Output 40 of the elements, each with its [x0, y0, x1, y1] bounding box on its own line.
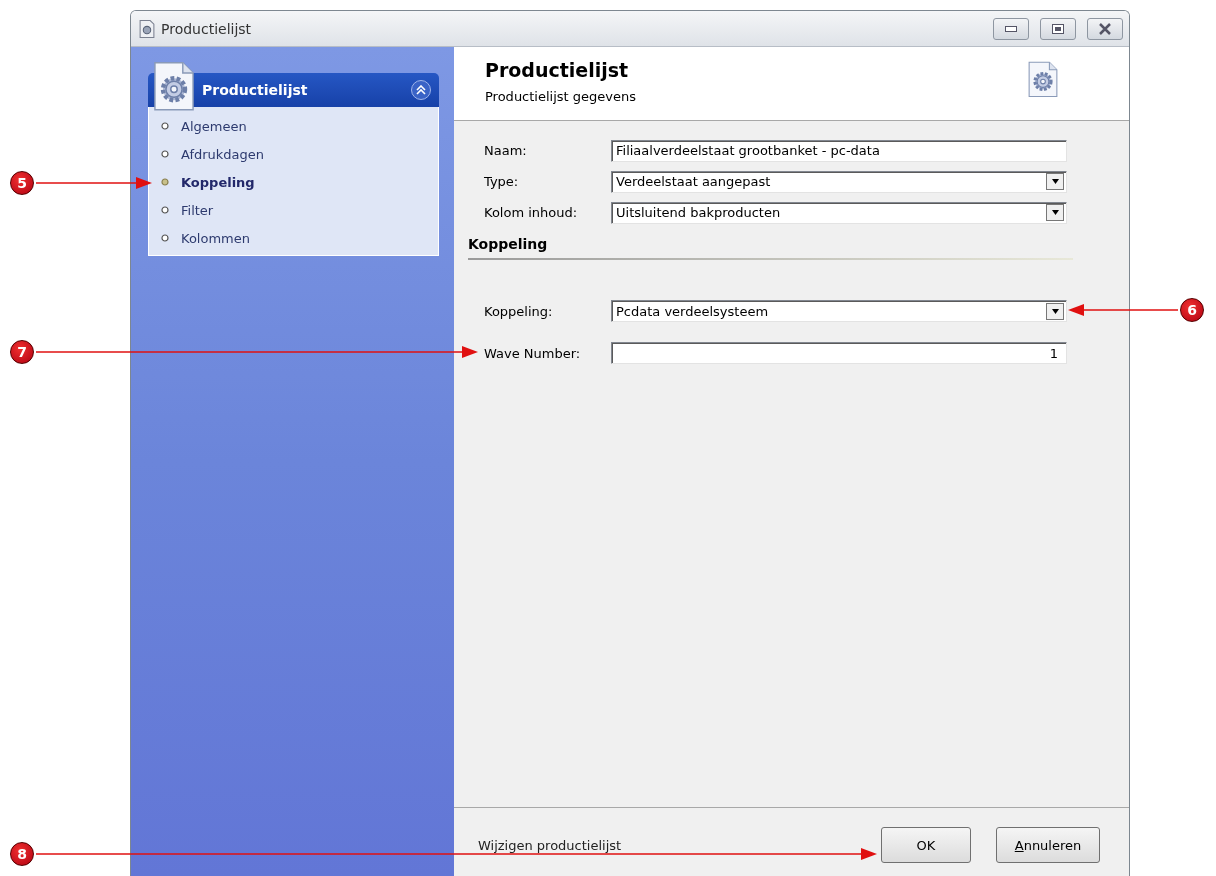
collapse-button[interactable]: [411, 80, 431, 100]
cancel-button[interactable]: Annuleren: [996, 827, 1100, 863]
page-subtitle: Productielijst gegevens: [485, 89, 636, 104]
callout-number: 7: [10, 340, 34, 364]
maximize-button[interactable]: [1040, 17, 1076, 40]
dropdown-arrow-icon: [1051, 210, 1059, 215]
window-title: Productielijst: [161, 20, 253, 37]
field-label: Koppeling:: [484, 303, 554, 319]
nav-item[interactable]: Kolommen: [181, 230, 250, 246]
nav-item[interactable]: Koppeling: [181, 174, 255, 190]
dropdown-field[interactable]: Uitsluitend bakproducten: [611, 201, 1067, 224]
close-icon: [1098, 22, 1112, 35]
app-icon: [139, 19, 155, 38]
panel-title: Productielijst: [202, 82, 309, 98]
chevron-up-icon: [416, 85, 426, 95]
callout-number: 6: [1180, 298, 1204, 322]
dropdown-field[interactable]: Pcdata verdeelsysteem: [611, 300, 1067, 322]
field-label: Wave Number:: [484, 345, 582, 361]
maximize-icon: [1052, 23, 1064, 34]
dropdown-arrow-icon: [1051, 308, 1059, 314]
close-button[interactable]: [1087, 17, 1123, 40]
callout-number: 8: [10, 842, 34, 866]
input-field[interactable]: Filiaalverdeelstaat grootbanket - pc-data: [611, 139, 1067, 162]
page-title: Productielijst: [485, 59, 630, 81]
nav-item[interactable]: Algemeen: [181, 118, 247, 134]
nav-item[interactable]: Afdrukdagen: [181, 146, 265, 162]
ok-button[interactable]: OK: [881, 827, 971, 863]
field-label: Type:: [484, 174, 520, 189]
minimize-button[interactable]: [993, 17, 1029, 40]
number-field[interactable]: 1: [611, 342, 1067, 364]
callout-number: 5: [10, 171, 34, 195]
field-label: Kolom inhoud:: [484, 205, 579, 220]
minimize-icon: [1005, 25, 1017, 32]
dropdown-field[interactable]: Verdeelstaat aangepast: [611, 170, 1067, 193]
section-heading: Koppeling: [468, 236, 548, 252]
document-gear-icon: [1027, 61, 1059, 98]
dropdown-arrow-icon: [1051, 179, 1059, 184]
nav-item[interactable]: Filter: [181, 202, 214, 218]
field-label: Naam:: [484, 143, 528, 158]
status-text: Wijzigen productielijst: [478, 837, 623, 853]
